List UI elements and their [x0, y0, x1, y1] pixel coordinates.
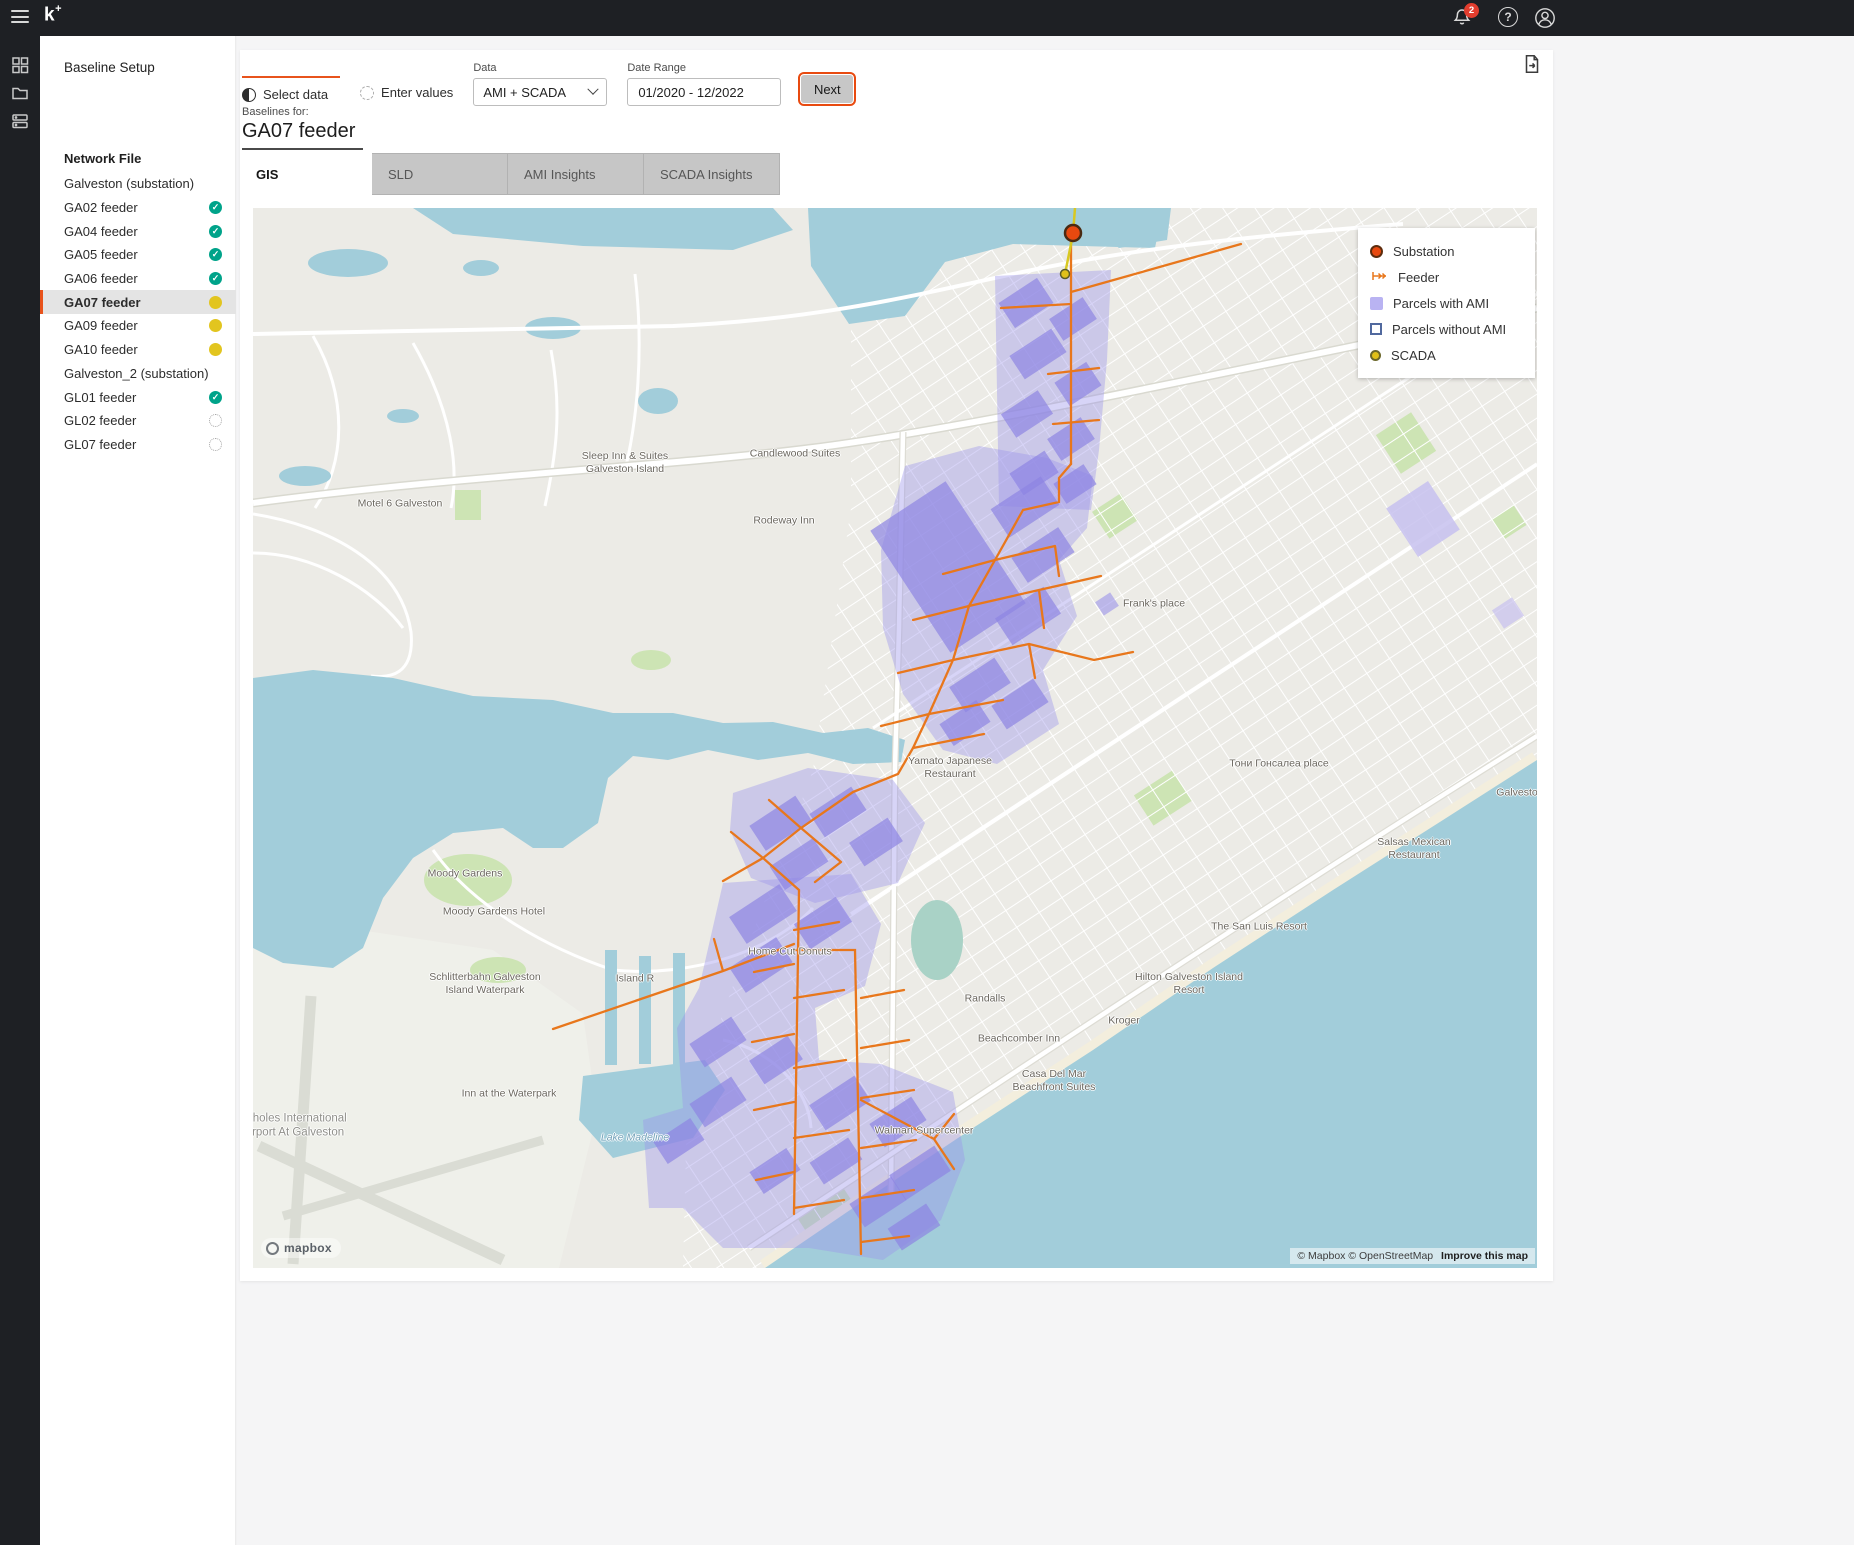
legend-item-scada: SCADA [1370, 342, 1523, 368]
radio-unselected-icon [360, 86, 374, 100]
help-icon[interactable]: ? [1498, 7, 1520, 29]
scada-marker [1061, 270, 1070, 279]
data-field-label: Data [473, 62, 607, 74]
sidebar-item-galveston2-substation[interactable]: Galveston_2 (substation) [40, 362, 236, 386]
tab-scada-insights[interactable]: SCADA Insights [644, 153, 780, 195]
apps-grid-icon[interactable] [11, 56, 29, 74]
item-label: GA09 feeder [64, 318, 138, 333]
item-label: GL02 feeder [64, 413, 136, 428]
legend-item-substation: Substation [1370, 238, 1523, 264]
map-svg [253, 208, 1537, 1268]
hamburger-menu-icon[interactable] [11, 10, 29, 26]
item-label: GA10 feeder [64, 342, 138, 357]
status-loading-icon [209, 414, 222, 427]
chevron-down-icon [588, 84, 599, 95]
item-label: Galveston (substation) [64, 176, 194, 191]
sidebar-item-galveston-substation[interactable]: Galveston (substation) [40, 172, 236, 196]
item-label: Galveston_2 (substation) [64, 366, 209, 381]
legend-item-parcels-no-ami: Parcels without AMI [1370, 316, 1523, 342]
parcel-ami-legend-icon [1370, 297, 1383, 310]
date-range-input[interactable] [627, 78, 781, 106]
status-done-icon [209, 248, 222, 261]
map-canvas[interactable]: Sleep Inn & Suites Galveston IslandMotel… [253, 208, 1537, 1268]
select-data-radio[interactable]: Select data [242, 76, 340, 102]
sidebar-item-ga07[interactable]: GA07 feeder [40, 290, 236, 314]
sidebar-item-ga10[interactable]: GA10 feeder [40, 338, 236, 362]
tab-ami-insights[interactable]: AMI Insights [508, 153, 644, 195]
scada-legend-icon [1370, 350, 1381, 361]
item-label: GA04 feeder [64, 224, 138, 239]
sidebar-item-gl07[interactable]: GL07 feeder [40, 433, 236, 457]
main-area: Select data Enter values Data AMI + SCAD… [237, 36, 1854, 1545]
legend-item-feeder: Feeder [1370, 264, 1523, 290]
item-label: GA02 feeder [64, 200, 138, 215]
substation-marker [1065, 225, 1081, 241]
data-select-value: AMI + SCADA [483, 85, 566, 100]
status-done-icon [209, 201, 222, 214]
app-logo: k+ [44, 4, 62, 26]
date-range-label: Date Range [627, 62, 781, 74]
sidebar-item-ga04[interactable]: GA04 feeder [40, 219, 236, 243]
substation-legend-icon [1370, 245, 1383, 258]
network-file-header: Network File [64, 151, 141, 166]
page-title: GA07 feeder [242, 120, 363, 150]
mapbox-attribution-link[interactable]: © Mapbox [1297, 1250, 1345, 1262]
radio-selected-icon [242, 88, 256, 102]
status-pending-icon [209, 296, 222, 309]
folder-icon[interactable] [11, 84, 29, 102]
item-label: GA06 feeder [64, 271, 138, 286]
next-button[interactable]: Next [801, 75, 853, 103]
sidebar-title: Baseline Setup [64, 60, 155, 75]
server-list-icon[interactable] [11, 112, 29, 130]
map-attribution: © Mapbox © OpenStreetMap Improve this ma… [1290, 1248, 1535, 1264]
status-pending-icon [209, 319, 222, 332]
item-label: GL01 feeder [64, 390, 136, 405]
content-card: Select data Enter values Data AMI + SCAD… [240, 50, 1553, 1281]
baseline-controls: Select data Enter values Data AMI + SCAD… [242, 62, 853, 106]
notification-bell-icon[interactable]: 2 [1452, 7, 1474, 29]
sidebar-item-gl02[interactable]: GL02 feeder [40, 409, 236, 433]
sidebar-item-ga06[interactable]: GA06 feeder [40, 267, 236, 291]
nav-rail [0, 36, 40, 1545]
item-label: GL07 feeder [64, 437, 136, 452]
osm-attribution-link[interactable]: © OpenStreetMap [1348, 1250, 1433, 1262]
app-root: k+ 2 ? [0, 0, 1854, 1545]
feeder-legend-icon [1370, 269, 1388, 286]
item-label: GA05 feeder [64, 247, 138, 262]
sidebar: Baseline Setup Network File Galveston (s… [40, 36, 236, 1545]
notification-badge: 2 [1464, 3, 1479, 18]
view-tabs: GIS SLD AMI Insights SCADA Insights [240, 153, 780, 195]
mapbox-logo[interactable]: mapbox [261, 1238, 341, 1258]
parcel-no-ami-legend-icon [1370, 323, 1382, 335]
tab-sld[interactable]: SLD [372, 153, 508, 195]
sidebar-item-ga09[interactable]: GA09 feeder [40, 314, 236, 338]
mapbox-icon [266, 1242, 279, 1255]
top-bar: k+ 2 ? [0, 0, 1854, 36]
legend-item-parcels-ami: Parcels with AMI [1370, 290, 1523, 316]
network-file-list: Galveston (substation) GA02 feeder GA04 … [40, 172, 236, 456]
account-icon[interactable] [1534, 7, 1556, 29]
baselines-for-label: Baselines for: [242, 106, 363, 118]
tab-gis[interactable]: GIS [240, 153, 372, 195]
status-done-icon [209, 272, 222, 285]
status-loading-icon [209, 438, 222, 451]
item-label: GA07 feeder [64, 295, 141, 310]
enter-values-radio[interactable]: Enter values [360, 76, 453, 100]
data-select[interactable]: AMI + SCADA [473, 78, 607, 106]
map-legend: Substation Feeder Parcels with AMI [1358, 228, 1535, 378]
status-done-icon [209, 225, 222, 238]
status-done-icon [209, 391, 222, 404]
improve-map-link[interactable]: Improve this map [1441, 1250, 1528, 1262]
status-pending-icon [209, 343, 222, 356]
sidebar-item-ga05[interactable]: GA05 feeder [40, 243, 236, 267]
export-file-icon[interactable] [1521, 53, 1543, 75]
sidebar-item-ga02[interactable]: GA02 feeder [40, 196, 236, 220]
sidebar-item-gl01[interactable]: GL01 feeder [40, 385, 236, 409]
